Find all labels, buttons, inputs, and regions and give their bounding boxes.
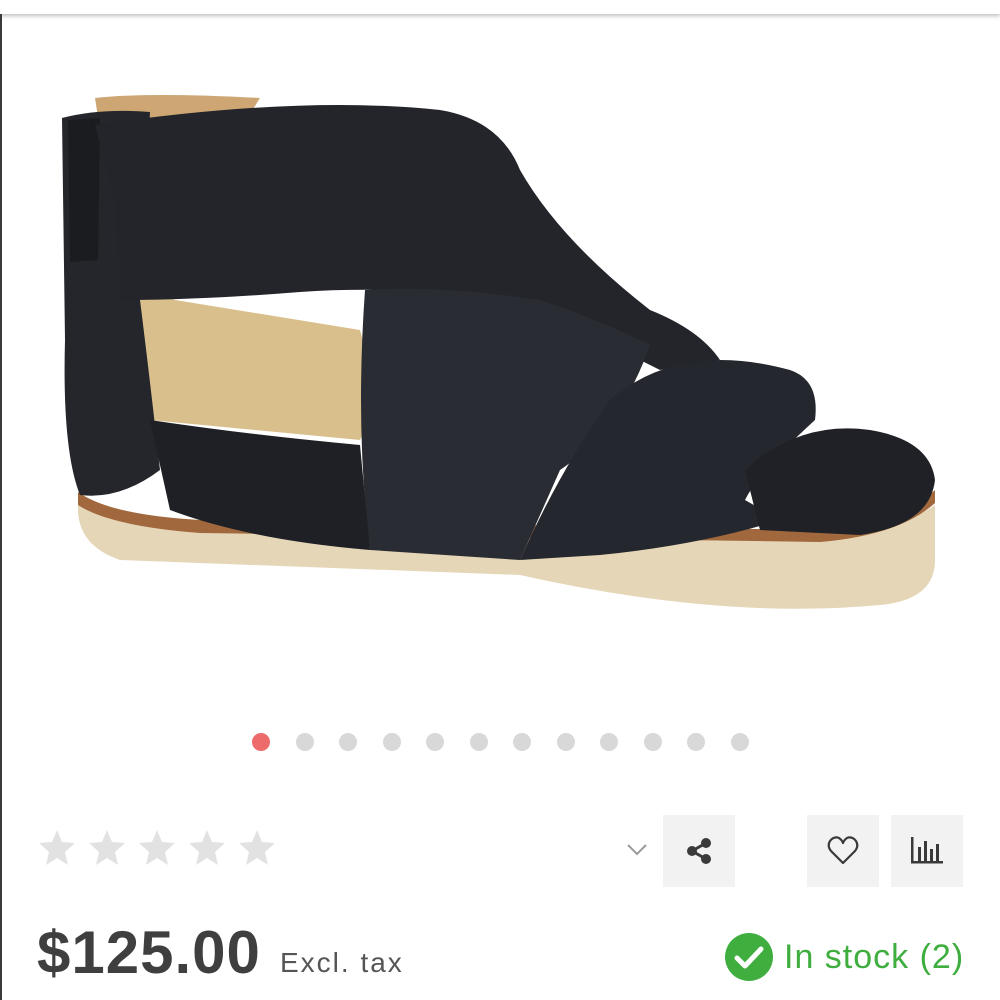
rating-stars[interactable] (37, 828, 277, 868)
tax-note: Excl. tax (280, 947, 404, 978)
gallery-dot[interactable] (426, 733, 444, 751)
gallery-dot[interactable] (513, 733, 531, 751)
gallery-dot[interactable] (643, 733, 662, 751)
gallery-dot[interactable] (382, 733, 401, 751)
gallery-dot[interactable] (252, 733, 270, 751)
star-icon[interactable] (237, 828, 277, 868)
star-icon[interactable] (187, 828, 227, 868)
gallery-dot[interactable] (556, 733, 575, 751)
share-icon (687, 838, 711, 864)
compare-button[interactable] (891, 815, 963, 887)
top-bar (0, 0, 1000, 14)
stock-status: In stock (2) (724, 932, 964, 982)
star-icon[interactable] (87, 828, 127, 868)
check-circle-bg (725, 933, 773, 981)
gallery-dots (252, 733, 749, 753)
heart-icon (827, 836, 859, 865)
star-icon[interactable] (137, 828, 177, 868)
gallery-dot[interactable] (295, 733, 314, 751)
star-icon[interactable] (37, 828, 77, 868)
wishlist-button[interactable] (807, 815, 879, 887)
check-circle-icon (725, 933, 773, 981)
gallery-dot[interactable] (687, 733, 705, 751)
stock-text: In stock (2) (784, 938, 965, 976)
left-edge (0, 14, 2, 1000)
gallery-dot[interactable] (339, 733, 357, 751)
gallery-dot[interactable] (730, 733, 749, 751)
product-price: $125.00 (37, 919, 261, 986)
bar-chart-icon (911, 837, 943, 864)
product-image[interactable] (40, 90, 960, 650)
share-button[interactable] (663, 815, 735, 887)
gallery-dot[interactable] (469, 733, 488, 751)
chevron-down-icon[interactable] (624, 838, 650, 862)
gallery-dot[interactable] (600, 733, 618, 751)
heel-zip (68, 118, 100, 262)
